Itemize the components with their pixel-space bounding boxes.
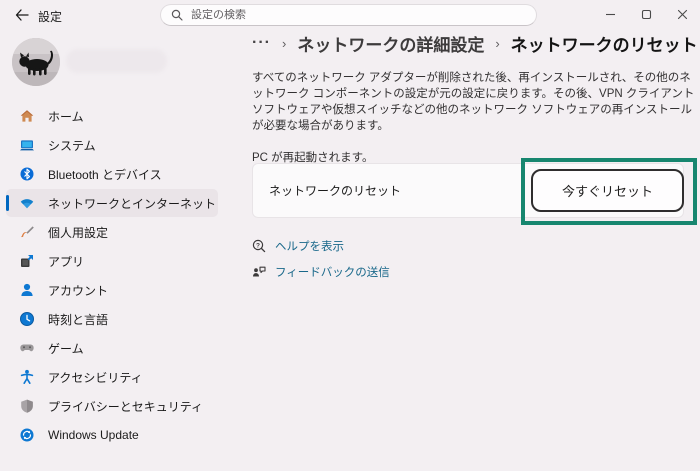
minimize-icon	[605, 13, 615, 15]
app-title: 設定	[38, 10, 63, 24]
sidebar-item-accounts[interactable]: アカウント	[6, 276, 218, 304]
sidebar-item-bluetooth[interactable]: Bluetooth とデバイス	[6, 160, 218, 188]
system-icon	[19, 137, 35, 153]
sidebar-item-windows-update[interactable]: Windows Update	[6, 421, 218, 449]
gaming-icon	[19, 340, 35, 356]
search-input[interactable]	[191, 9, 526, 21]
close-button[interactable]	[664, 0, 700, 28]
show-help-label: ヘルプを表示	[275, 241, 344, 253]
feedback-icon	[252, 265, 266, 279]
bluetooth-icon	[19, 166, 35, 182]
breadcrumb: ··· › ネットワークの詳細設定 › ネットワークのリセット	[252, 30, 698, 56]
svg-text:?: ?	[256, 242, 260, 249]
personalization-icon	[19, 224, 35, 240]
close-icon	[677, 9, 687, 19]
page-description: すべてのネットワーク アダプターが削除された後、再インストールされ、その他のネッ…	[252, 72, 695, 132]
sidebar-item-label: 個人用設定	[48, 225, 109, 240]
sidebar-item-accessibility[interactable]: アクセシビリティ	[6, 363, 218, 391]
windows-update-icon	[19, 427, 35, 443]
back-arrow-icon	[15, 9, 29, 21]
sidebar-item-label: ホーム	[48, 109, 84, 124]
sidebar-item-label: プライバシーとセキュリティ	[48, 399, 204, 414]
sidebar-item-home[interactable]: ホーム	[6, 102, 218, 130]
accessibility-icon	[19, 369, 35, 385]
maximize-button[interactable]	[628, 0, 664, 28]
settings-window: 設定 設定の検索 ホーム システム Bluetooth とデバイス ネットワーク…	[0, 0, 700, 471]
sidebar-item-privacy[interactable]: プライバシーとセキュリティ	[6, 392, 218, 420]
network-icon	[19, 195, 35, 211]
breadcrumb-separator: ›	[495, 35, 500, 51]
sidebar-item-label: ゲーム	[48, 341, 84, 356]
sidebar-item-label: 時刻と言語	[48, 312, 109, 327]
sidebar-item-label: アプリ	[48, 254, 85, 269]
sidebar-item-personalization[interactable]: 個人用設定	[6, 218, 218, 246]
search-box[interactable]	[160, 4, 537, 26]
breadcrumb-separator: ›	[281, 35, 287, 51]
avatar[interactable]	[12, 38, 60, 86]
page-title: ネットワークのリセット	[510, 35, 698, 55]
sidebar-item-label: ネットワークとインターネット	[48, 196, 217, 211]
breadcrumb-parent[interactable]: ネットワークの詳細設定	[297, 31, 484, 56]
show-help-link[interactable]: ? ヘルプを表示	[252, 236, 390, 256]
reset-card-label: ネットワークのリセット	[269, 184, 402, 198]
time-language-icon	[19, 311, 35, 327]
cat-avatar-image	[12, 38, 60, 86]
search-icon	[171, 9, 183, 21]
sidebar-item-gaming[interactable]: ゲーム	[6, 334, 218, 362]
user-name-redacted	[66, 49, 167, 73]
window-controls	[592, 0, 700, 28]
sidebar-item-time-language[interactable]: 時刻と言語	[6, 305, 218, 333]
send-feedback-link[interactable]: フィードバックの送信	[252, 262, 390, 282]
sidebar-item-label: アカウント	[48, 283, 109, 298]
sidebar-item-label: アクセシビリティ	[48, 370, 143, 385]
sidebar-item-label: Bluetooth とデバイス	[48, 167, 162, 182]
sidebar-item-label: Windows Update	[48, 428, 139, 442]
sidebar-item-system[interactable]: システム	[6, 131, 218, 159]
home-icon	[19, 108, 35, 124]
help-links: ? ヘルプを表示 フィードバックの送信	[252, 236, 390, 288]
breadcrumb-ellipsis[interactable]: ···	[252, 35, 271, 51]
back-button[interactable]	[10, 4, 34, 26]
main-content: ··· › ネットワークの詳細設定 › ネットワークのリセット すべてのネットワ…	[252, 30, 698, 279]
minimize-button[interactable]	[592, 0, 628, 28]
accounts-icon	[19, 282, 35, 298]
sidebar-item-apps[interactable]: アプリ	[6, 247, 218, 275]
maximize-icon	[641, 9, 651, 19]
sidebar-item-label: システム	[48, 138, 96, 153]
reset-now-button[interactable]: 今すぐリセット	[531, 169, 684, 212]
privacy-icon	[19, 398, 35, 414]
help-icon: ?	[252, 239, 266, 253]
apps-icon	[19, 253, 35, 269]
sidebar-item-network[interactable]: ネットワークとインターネット	[6, 189, 218, 217]
send-feedback-label: フィードバックの送信	[275, 267, 390, 279]
sidebar-nav: ホーム システム Bluetooth とデバイス ネットワークとインターネット	[6, 102, 218, 450]
